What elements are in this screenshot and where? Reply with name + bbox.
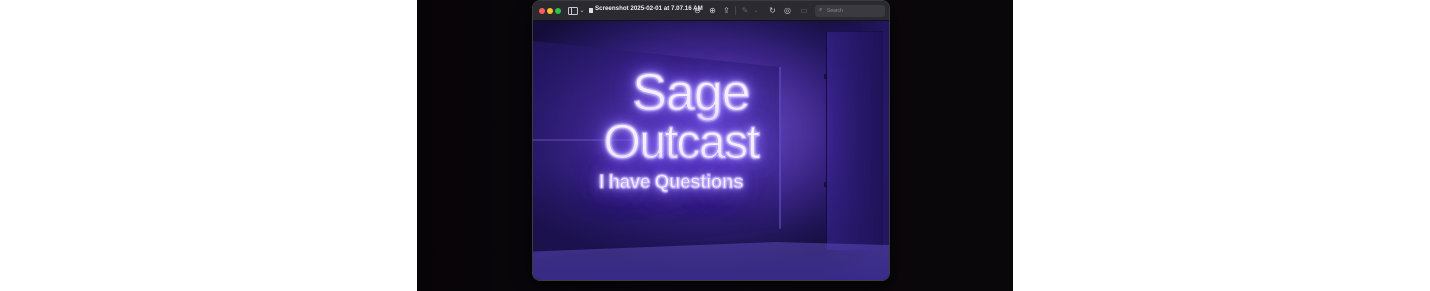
close-button[interactable] xyxy=(539,7,545,14)
annotate-icon[interactable]: ◎ xyxy=(783,4,792,17)
zoom-out-icon[interactable]: ⊖ xyxy=(693,4,702,17)
window-title: Screenshot 2025-02-01 at 7.07.16 AM xyxy=(595,5,703,12)
zoom-in-icon[interactable]: ⊕ xyxy=(708,4,717,17)
zoom-button[interactable] xyxy=(555,7,561,14)
document-icon xyxy=(588,4,594,17)
search-input[interactable] xyxy=(825,7,882,14)
preview-window: ⌄ Screenshot 2025-02-01 at 7.07.16 AM ⊖ … xyxy=(533,1,889,280)
minimize-button[interactable] xyxy=(547,7,553,14)
markup-chevron-icon[interactable]: ⌄ xyxy=(753,4,759,17)
neon-sign-line-1: Sage xyxy=(632,64,751,122)
window-titlebar: ⌄ Screenshot 2025-02-01 at 7.07.16 AM ⊖ … xyxy=(533,1,889,21)
rotate-icon[interactable]: ↻ xyxy=(768,4,777,17)
form-fill-icon[interactable]: ▭ xyxy=(798,4,810,17)
sidebar-icon[interactable] xyxy=(568,4,578,17)
desktop-background: ⌄ Screenshot 2025-02-01 at 7.07.16 AM ⊖ … xyxy=(417,0,1013,291)
neon-sign-line-2: Outcast xyxy=(603,116,760,169)
markup-icon[interactable]: ✎ xyxy=(739,4,751,17)
search-field[interactable]: ⌕ xyxy=(815,4,885,17)
preview-image: Sage Outcast I have Questions xyxy=(533,21,889,280)
chevron-down-icon[interactable]: ⌄ xyxy=(579,4,585,17)
toolbar-divider xyxy=(735,6,736,15)
share-icon[interactable]: ⇪ xyxy=(722,4,731,17)
neon-sign-line-3: I have Questions xyxy=(598,172,744,193)
